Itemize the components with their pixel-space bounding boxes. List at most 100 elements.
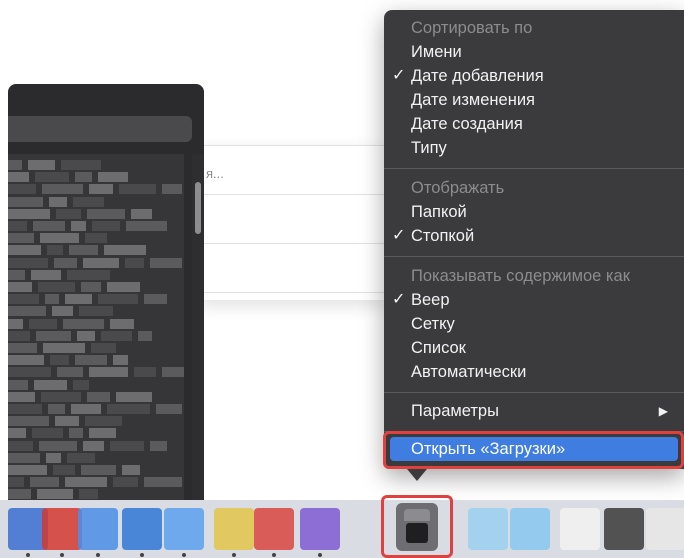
blurred-row (8, 208, 184, 219)
blurred-row (8, 428, 184, 439)
sort-by-name[interactable]: Имени (384, 40, 684, 64)
dock-running-indicator (60, 553, 64, 557)
menu-item-label: Веер (411, 291, 450, 309)
background-field-2[interactable] (200, 194, 401, 244)
submenu-arrow-icon: ▶ (658, 404, 668, 418)
dock-app-icon[interactable] (122, 508, 162, 550)
blurred-row (8, 489, 184, 500)
blurred-block (39, 440, 77, 451)
blurred-block (87, 208, 125, 219)
dock-running-indicator (182, 553, 186, 557)
dock-app-icon[interactable] (300, 508, 340, 550)
blurred-block (8, 269, 25, 280)
blurred-row (8, 355, 184, 366)
blurred-block (75, 172, 92, 183)
blurred-row (8, 282, 184, 292)
blurred-block (107, 282, 140, 292)
menu-item-label: Типу (411, 139, 447, 157)
blurred-row (8, 477, 184, 488)
blurred-block (85, 233, 107, 244)
background-field-1[interactable] (200, 145, 401, 195)
dock-app-icon[interactable] (214, 508, 254, 550)
blurred-row (8, 221, 184, 231)
menu-separator (384, 392, 684, 393)
blurred-row (8, 367, 184, 378)
dock-running-indicator (96, 553, 100, 557)
sort-by-date-created[interactable]: Дате создания (384, 112, 684, 136)
checkmark-icon: ✓ (392, 67, 406, 84)
sort-by-date-modified[interactable]: Дате изменения (384, 88, 684, 112)
blurred-block (69, 428, 83, 439)
menu-item-label: Имени (411, 43, 462, 61)
blurred-block (89, 367, 128, 378)
blurred-block (150, 440, 167, 451)
blurred-block (150, 257, 182, 268)
blurred-block (122, 465, 140, 475)
view-automatic[interactable]: Автоматически (384, 360, 684, 384)
blurred-block (56, 208, 81, 219)
blurred-block (91, 343, 116, 353)
display-as-folder[interactable]: Папкой (384, 200, 684, 224)
blurred-block (55, 416, 79, 427)
blurred-row (8, 245, 184, 256)
blurred-block (77, 330, 95, 341)
display-as-stack[interactable]: ✓ Стопкой (384, 224, 684, 248)
blurred-block (69, 245, 98, 256)
blurred-row (8, 330, 184, 341)
blurred-block (116, 391, 152, 402)
content-header: Показывать содержимое как (411, 267, 630, 285)
blurred-block (125, 257, 144, 268)
blurred-row (8, 196, 184, 207)
sort-by-date-added[interactable]: ✓ Дате добавления (384, 64, 684, 88)
dock-app-icon[interactable] (510, 508, 550, 550)
view-as-list[interactable]: Список (384, 336, 684, 360)
menu-item-label: Дате добавления (411, 67, 544, 85)
blurred-block (113, 355, 128, 366)
dock-app-icon[interactable] (254, 508, 294, 550)
blurred-block (83, 440, 104, 451)
blurred-block (52, 306, 73, 317)
view-as-grid[interactable]: Сетку (384, 312, 684, 336)
dock-running-indicator (26, 553, 30, 557)
blurred-block (8, 233, 34, 244)
menu-item-label: Стопкой (411, 227, 475, 245)
blurred-block (65, 294, 92, 305)
blurred-block (8, 172, 29, 183)
blurred-search-field[interactable] (8, 116, 192, 142)
dock-app-icon[interactable] (42, 508, 82, 550)
blurred-block (35, 172, 69, 183)
blurred-block (63, 318, 104, 329)
scrollbar[interactable] (192, 154, 204, 504)
dock-app-icon[interactable] (560, 508, 600, 550)
sort-by-type[interactable]: Типу (384, 136, 684, 160)
blurred-block (81, 282, 101, 292)
dock-app-icon[interactable] (78, 508, 118, 550)
sort-header: Сортировать по (411, 19, 533, 37)
menu-pointer (407, 469, 427, 481)
parameters-submenu[interactable]: Параметры ▶ (384, 399, 684, 423)
blurred-block (8, 379, 28, 390)
dock-app-icon[interactable] (468, 508, 508, 550)
background-field-3[interactable] (200, 243, 401, 293)
blurred-block (73, 379, 89, 390)
blurred-row (8, 318, 184, 329)
background-field-placeholder: я... (206, 166, 224, 181)
dock-app-icon[interactable] (646, 508, 684, 550)
view-as-fan[interactable]: ✓ Веер (384, 288, 684, 312)
blurred-block (31, 269, 61, 280)
blurred-block (156, 404, 182, 414)
dock-app-icon[interactable] (164, 508, 204, 550)
blurred-block (101, 330, 132, 341)
blurred-block (71, 404, 101, 414)
scroll-thumb[interactable] (195, 182, 201, 234)
dock-app-icon[interactable] (604, 508, 644, 550)
blurred-row (8, 391, 184, 402)
blurred-block (33, 221, 65, 231)
blurred-block (131, 208, 152, 219)
blurred-row (8, 404, 184, 414)
blurred-block (8, 184, 36, 195)
blurred-block (98, 294, 138, 305)
blurred-block (36, 330, 71, 341)
blurred-block (8, 208, 50, 219)
blurred-row (8, 233, 184, 244)
